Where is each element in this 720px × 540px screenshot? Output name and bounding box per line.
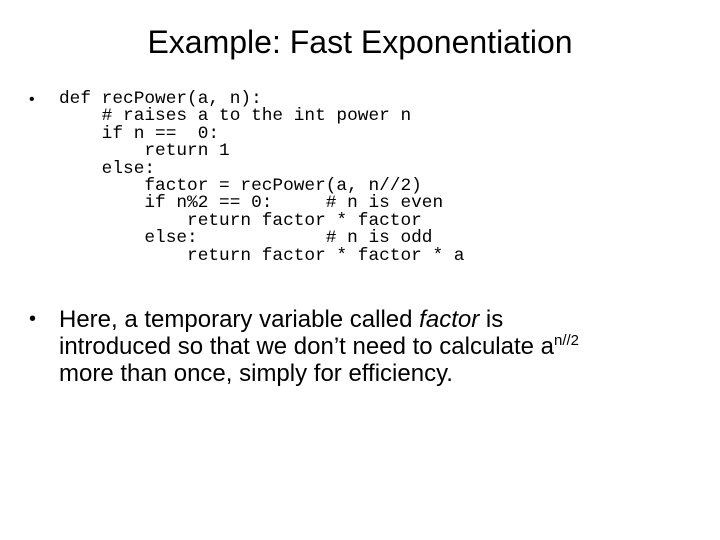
code-listing: def recPower(a, n): # raises a to the in…: [59, 90, 519, 266]
explanation-line-3: more than once, simply for efficiency.: [59, 360, 453, 387]
code-line: return factor * factor * a: [59, 245, 465, 266]
explanation-line-2: introduced so that we don’t need to calc…: [59, 333, 709, 360]
explanation-text: Here, a temporary variable called factor…: [59, 306, 709, 387]
text-segment: Here, a temporary variable called: [59, 306, 420, 333]
emphasized-term: factor: [419, 306, 480, 333]
exponent-superscript: n//2: [554, 332, 580, 349]
code-line: return 1: [59, 141, 230, 162]
explanation-line-1: Here, a temporary variable called factor…: [59, 306, 709, 333]
text-segment: introduced so that we don’t need to calc…: [59, 333, 554, 360]
slide-title: Example: Fast Exponentiation: [147, 24, 573, 60]
code-line: else: # n is odd: [59, 228, 433, 249]
text-segment: is: [479, 306, 504, 333]
bullet-marker: •: [29, 91, 35, 108]
bullet-marker: •: [29, 308, 37, 330]
